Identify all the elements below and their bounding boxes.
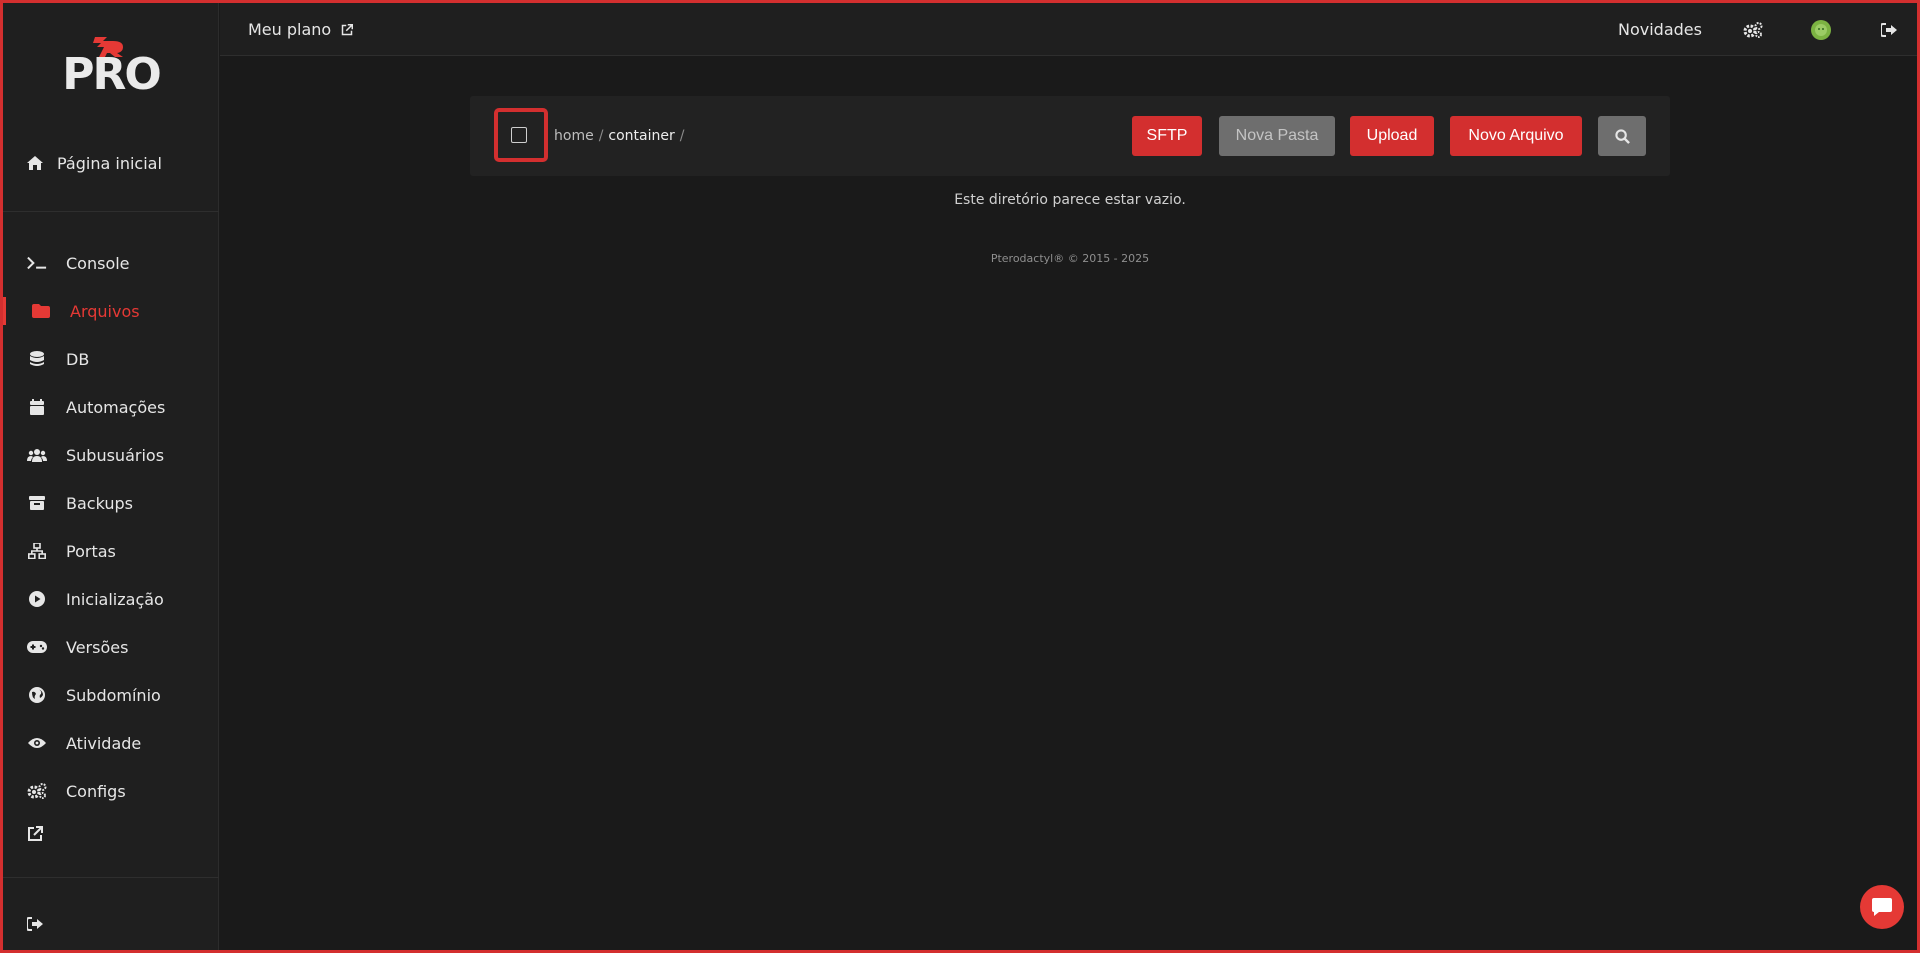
breadcrumb-separator: / — [679, 128, 685, 144]
avatar[interactable] — [1810, 19, 1832, 41]
logo[interactable]: PRO — [3, 33, 219, 113]
select-all-checkbox[interactable] — [511, 127, 527, 143]
sftp-button[interactable]: SFTP — [1132, 116, 1202, 156]
empty-directory-message: Este diretório parece estar vazio. — [954, 192, 1186, 208]
calendar-icon — [27, 397, 47, 417]
sidebar-item-label: Inicialização — [66, 589, 164, 609]
footer-copyright: Pterodactyl® © 2015 - 2025 — [990, 252, 1150, 265]
gears-icon[interactable] — [1742, 19, 1764, 41]
home-icon — [25, 153, 45, 173]
sidebar-item-atividade[interactable]: Atividade — [3, 719, 219, 767]
sidebar-item-label: Console — [66, 253, 130, 273]
logout-icon[interactable] — [26, 916, 47, 936]
sidebar-item-label: Backups — [66, 493, 133, 513]
sidebar-divider — [3, 211, 219, 212]
sidebar-item-label: Subusuários — [66, 445, 165, 465]
sidebar-item-label: Atividade — [66, 733, 142, 753]
terminal-icon — [27, 253, 47, 273]
sidebar-item-portas[interactable]: Portas — [3, 527, 219, 575]
sidebar-item-configs[interactable]: Configs — [3, 767, 219, 815]
sidebar-item-subdominio[interactable]: Subdomínio — [3, 671, 219, 719]
sidebar-item-inicializacao[interactable]: Inicialização — [3, 575, 219, 623]
sidebar-item-versoes[interactable]: Versões — [3, 623, 219, 671]
upload-button[interactable]: Upload — [1350, 116, 1434, 156]
sidebar-item-home[interactable]: Página inicial — [3, 143, 219, 183]
sidebar-item-db[interactable]: DB — [3, 335, 219, 383]
archive-icon — [27, 493, 47, 513]
sidebar-item-subusuarios[interactable]: Subusuários — [3, 431, 219, 479]
sidebar-item-label: DB — [66, 349, 90, 369]
news-link[interactable]: Novidades — [1618, 3, 1702, 56]
my-plan-label: Meu plano — [248, 20, 332, 39]
gears-icon — [27, 781, 47, 801]
search-button[interactable] — [1598, 116, 1646, 156]
sidebar-item-label: Automações — [66, 397, 166, 417]
sidebar-item-console[interactable]: Console — [3, 239, 219, 287]
file-manager-toolbar: home / container / SFTP Nova Pasta Uploa… — [470, 96, 1670, 176]
sidebar-item-label: Portas — [66, 541, 116, 561]
database-icon — [27, 349, 47, 369]
folder-icon — [31, 301, 51, 321]
sidebar-item-label: Configs — [66, 781, 126, 801]
breadcrumb: home / container / — [554, 96, 689, 176]
eye-icon — [27, 733, 47, 753]
sidebar-item-backups[interactable]: Backups — [3, 479, 219, 527]
gamepad-icon — [27, 637, 47, 657]
sidebar-item-arquivos[interactable]: Arquivos — [3, 287, 219, 335]
breadcrumb-item-container[interactable]: container — [608, 128, 674, 144]
network-icon — [27, 541, 47, 561]
search-icon — [1614, 128, 1630, 144]
new-file-button[interactable]: Novo Arquivo — [1450, 116, 1582, 156]
new-folder-button[interactable]: Nova Pasta — [1219, 116, 1335, 156]
breadcrumb-separator: / — [598, 128, 604, 144]
users-icon — [27, 445, 47, 465]
sidebar-nav: Console Arquivos DB Automações Subusuári… — [3, 239, 219, 815]
globe-icon — [27, 685, 47, 705]
news-label: Novidades — [1618, 20, 1702, 39]
logout-icon[interactable] — [1878, 19, 1900, 41]
chat-button[interactable] — [1860, 885, 1904, 929]
sidebar-item-label: Subdomínio — [66, 685, 161, 705]
logo-text: PRO — [62, 49, 162, 100]
chat-icon — [1872, 898, 1892, 916]
sidebar-item-automacoes[interactable]: Automações — [3, 383, 219, 431]
sidebar: PRO Página inicial Console Arquivos DB A… — [3, 3, 219, 950]
topbar: Meu plano Novidades — [220, 3, 1917, 56]
sidebar-item-label: Arquivos — [70, 301, 140, 321]
my-plan-link[interactable]: Meu plano — [248, 3, 354, 56]
external-link-icon[interactable] — [27, 826, 47, 846]
sidebar-divider — [3, 877, 219, 878]
sidebar-item-label: Página inicial — [57, 153, 162, 173]
external-link-icon — [341, 23, 354, 35]
sidebar-item-label: Versões — [66, 637, 129, 657]
play-icon — [27, 589, 47, 609]
breadcrumb-item-home[interactable]: home — [554, 128, 594, 144]
